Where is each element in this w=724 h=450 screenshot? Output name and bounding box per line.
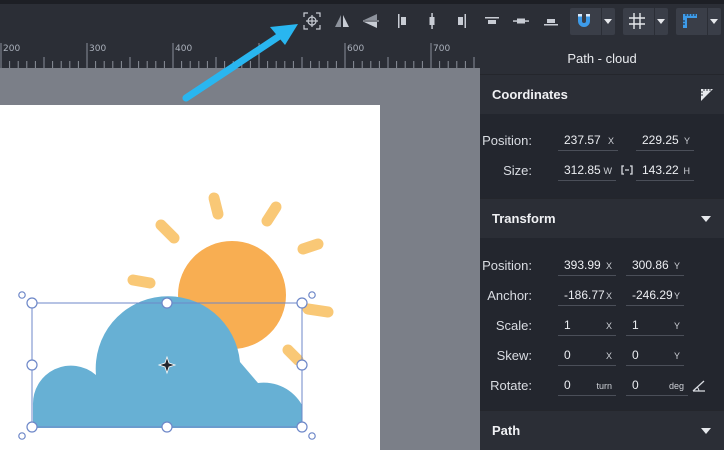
transform-anchor-y-input[interactable]: -246.29 Y xyxy=(626,286,684,306)
chevron-down-icon xyxy=(701,216,711,222)
ruler-guides-icon xyxy=(681,12,699,30)
annotation-arrow-top xyxy=(182,24,298,102)
section-title: Transform xyxy=(492,211,556,226)
section-path-header[interactable]: Path xyxy=(480,410,724,450)
section-title: Coordinates xyxy=(492,87,568,102)
field-label: Skew: xyxy=(496,348,532,363)
coord-position-row: Position: 237.57 X 229.25 Y xyxy=(480,129,724,153)
transform-skew-y-input[interactable]: 0Y xyxy=(626,346,684,366)
chevron-down-icon[interactable] xyxy=(710,19,718,24)
field-label: Scale: xyxy=(495,318,532,333)
magnet-icon xyxy=(575,12,593,30)
section-coordinates-body: Position: 237.57 X 229.25 Y Size: 312.85 W … xyxy=(480,114,724,198)
transform-position-x-input[interactable]: 393.99 X xyxy=(558,256,616,276)
transform-position-row: Position: 393.99 X 300.86 Y xyxy=(480,254,724,278)
field-label: Size: xyxy=(503,163,532,178)
transform-skew-x-input[interactable]: 0X xyxy=(558,346,616,366)
transform-skew-row: Skew: 0X 0Y xyxy=(480,344,724,368)
chevron-down-icon[interactable] xyxy=(604,19,612,24)
align-bottom-icon[interactable] xyxy=(542,12,560,30)
grid-toggle[interactable] xyxy=(623,8,668,35)
field-label: Rotate: xyxy=(490,378,532,393)
magnet-snap-toggle[interactable] xyxy=(570,8,615,35)
transform-rotate-row: Rotate: 0 turn 0 deg xyxy=(480,374,724,398)
section-coordinates-header[interactable]: Coordinates xyxy=(480,74,724,114)
ruler-guides-toggle[interactable] xyxy=(676,8,721,35)
coord-size-w-input[interactable]: 312.85 W xyxy=(558,161,616,181)
link-proportions-icon[interactable] xyxy=(620,163,634,177)
chevron-down-icon[interactable] xyxy=(657,19,665,24)
artwork xyxy=(18,68,334,440)
angle-icon[interactable] xyxy=(691,377,707,393)
transform-anchor-row: Anchor: -186.77 X -246.29 Y xyxy=(480,284,724,308)
coord-size-h-input[interactable]: 143.22 H xyxy=(636,161,694,181)
transform-scale-y-input[interactable]: 1Y xyxy=(626,316,684,336)
field-label: Position: xyxy=(482,133,532,148)
coord-size-row: Size: 312.85 W 143.22 H xyxy=(480,159,724,183)
section-title: Path xyxy=(492,423,521,438)
ruler-corner-icon[interactable] xyxy=(700,88,714,102)
transform-rotate-turn-input[interactable]: 0 turn xyxy=(558,376,616,396)
transform-rotate-deg-input[interactable]: 0 deg xyxy=(626,376,688,396)
field-label: Position: xyxy=(482,258,532,273)
coord-position-y-input[interactable]: 229.25 Y xyxy=(636,131,694,151)
align-middle-icon[interactable] xyxy=(512,12,530,30)
field-label: Anchor: xyxy=(487,288,532,303)
section-transform-body: Position: 393.99 X 300.86 Y Anchor: -186.7… xyxy=(480,238,724,410)
panel-title: Path - cloud xyxy=(480,43,724,74)
transform-scale-row: Scale: 1X 1Y xyxy=(480,314,724,338)
properties-panel: Path - cloud Coordinates Position: 237.5… xyxy=(480,43,724,450)
align-top-icon[interactable] xyxy=(483,12,501,30)
section-transform-header[interactable]: Transform xyxy=(480,198,724,238)
transform-position-y-input[interactable]: 300.86 Y xyxy=(626,256,684,276)
canvas[interactable] xyxy=(0,68,480,450)
chevron-down-icon xyxy=(701,428,711,434)
grid-icon xyxy=(628,12,646,30)
transform-scale-x-input[interactable]: 1X xyxy=(558,316,616,336)
coord-position-x-input[interactable]: 237.57 X xyxy=(558,131,618,151)
transform-anchor-x-input[interactable]: -186.77 X xyxy=(558,286,616,306)
